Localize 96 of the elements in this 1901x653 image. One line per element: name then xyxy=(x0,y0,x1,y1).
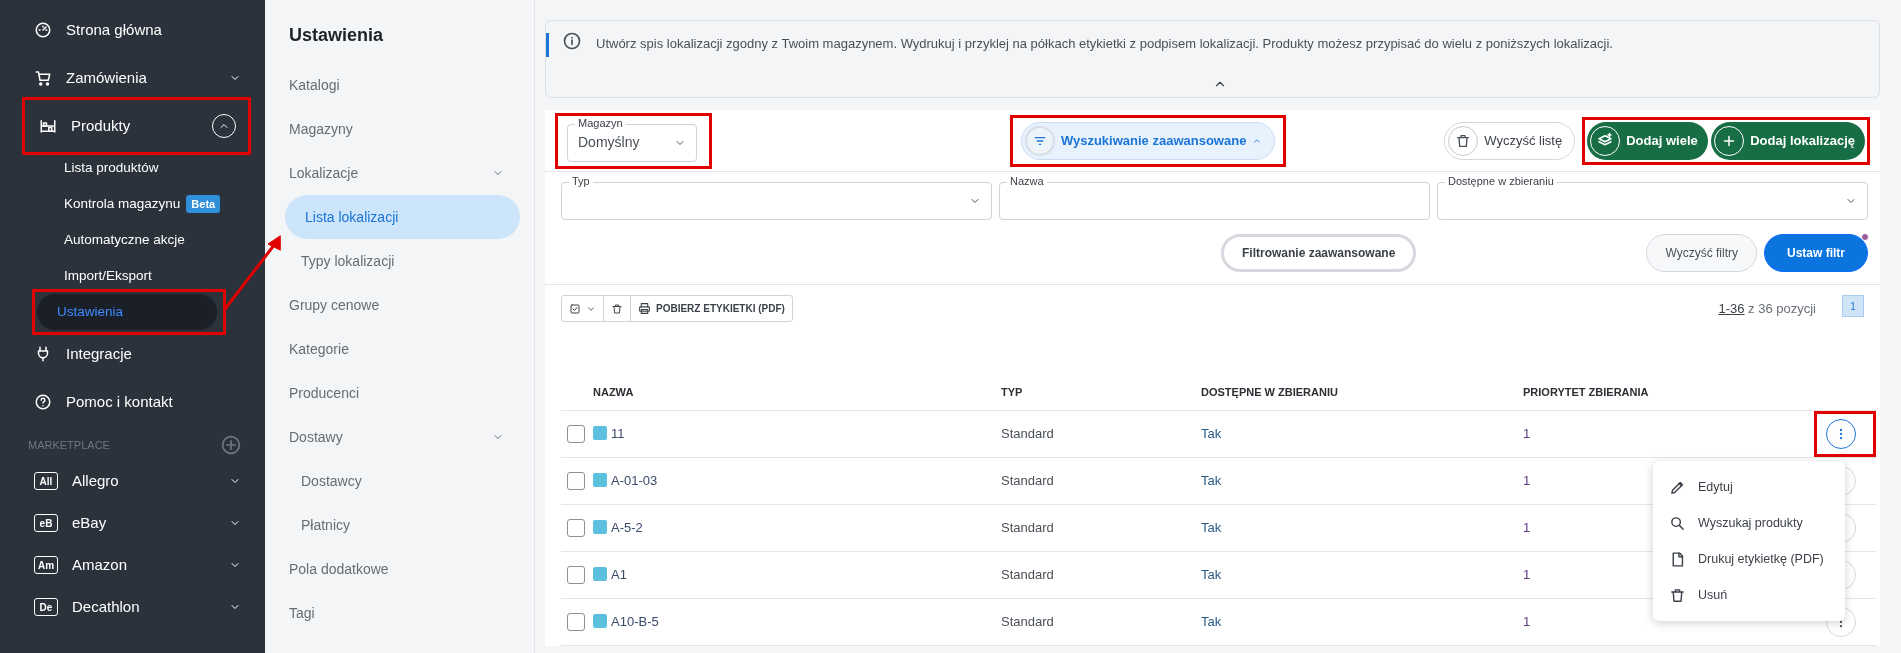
add-button[interactable]: Dodaj wiele xyxy=(1587,121,1708,160)
trash-icon xyxy=(1455,132,1472,149)
info-icon xyxy=(562,31,582,51)
sidebar-subitem[interactable]: Lista produktów xyxy=(22,150,251,186)
table-cell: 11 xyxy=(611,425,625,441)
column-header: DOSTĘPNE W ZBIERANIU xyxy=(1201,385,1338,398)
checkbox-icon xyxy=(569,302,581,315)
sidebar-item[interactable]: Pomoc i kontakt xyxy=(22,378,251,426)
table-cell: A-5-2 xyxy=(611,519,643,535)
sidebar-item[interactable]: Produkty xyxy=(27,102,246,150)
sidebar-subitem[interactable]: Automatyczne akcje xyxy=(22,222,251,258)
settings-item[interactable]: Magazyny xyxy=(289,107,520,151)
search-icon xyxy=(1669,514,1686,532)
column-header: NAZWA xyxy=(593,385,634,398)
table-cell: Standard xyxy=(1001,566,1054,582)
menu-item[interactable]: Drukuj etykietkę (PDF) xyxy=(1653,541,1845,577)
table-cell: 1 xyxy=(1523,566,1531,582)
table-cell: Tak xyxy=(1201,425,1222,441)
trash-icon xyxy=(611,302,623,315)
table-cell: 1 xyxy=(1523,613,1531,629)
settings-item[interactable]: Kategorie xyxy=(289,327,520,371)
table-cell: 1 xyxy=(1523,519,1531,535)
total-text: z 36 pozycji xyxy=(1747,301,1816,316)
table-cell: Standard xyxy=(1001,425,1054,441)
location-color-icon xyxy=(593,472,607,487)
question-icon xyxy=(34,393,52,411)
table-cell: Tak xyxy=(1201,613,1222,629)
row-actions-button[interactable] xyxy=(1826,418,1856,449)
apply-filter-button[interactable]: Ustaw filtr xyxy=(1764,234,1868,272)
row-checkbox[interactable] xyxy=(567,565,585,584)
column-header: PRIORYTET ZBIERANIA xyxy=(1523,385,1649,398)
range-link[interactable]: 1-36 xyxy=(1718,301,1745,316)
sidebar-subitem[interactable]: Kontrola magazynu Beta xyxy=(22,186,251,222)
menu-item[interactable]: Usuń xyxy=(1653,577,1845,613)
marketplace-logo: Am xyxy=(34,556,58,574)
panel-title: Ustawienia xyxy=(289,24,385,47)
marketplace-item[interactable]: Am Amazon xyxy=(22,544,251,586)
settings-item[interactable]: Producenci xyxy=(289,371,520,415)
table-cell: 1 xyxy=(1523,472,1531,488)
menu-item[interactable]: Edytuj xyxy=(1653,469,1845,505)
table-cell: Tak xyxy=(1201,566,1222,582)
table-cell: A10-B-5 xyxy=(611,613,659,629)
sidebar-subitem[interactable]: Import/Eksport xyxy=(22,258,251,294)
settings-item[interactable]: Katalogi xyxy=(289,63,520,107)
marketplace-item[interactable]: All Allegro xyxy=(22,460,251,502)
clear-filters-button[interactable]: Wyczyść filtry xyxy=(1646,234,1757,272)
settings-item[interactable]: Tagi xyxy=(289,591,520,635)
clear-list-button[interactable]: Wyczyść listę xyxy=(1444,121,1576,160)
marketplace-item[interactable]: eB eBay xyxy=(22,502,251,544)
table-cell: Standard xyxy=(1001,472,1054,488)
row-checkbox[interactable] xyxy=(567,612,585,631)
settings-subitem[interactable]: Płatnicy xyxy=(289,503,520,547)
gauge-icon xyxy=(34,21,52,39)
info-text: Utwórz spis lokalizacji zgodny z Twoim magazynem. Wydrukuj i przyklej na półkach etykietki z podpisem lokalizacji. Produkty możesz przypisać do wielu z poniższych lokalizacji. xyxy=(596,36,1613,51)
beta-badge: Beta xyxy=(186,194,221,214)
table-cell: A1 xyxy=(611,566,627,582)
shelf-icon xyxy=(39,117,57,135)
sidebar-item[interactable]: Strona główna xyxy=(22,6,251,54)
advanced-search-button[interactable]: Wyszukiwanie zaawansowane xyxy=(1020,121,1276,160)
trash-icon xyxy=(1669,586,1686,604)
settings-item[interactable]: Lokalizacje xyxy=(289,151,520,195)
marketplace-logo: eB xyxy=(34,514,58,532)
location-color-icon xyxy=(593,613,607,628)
sidebar-subitem[interactable]: Ustawienia xyxy=(37,294,217,330)
add-button[interactable]: Dodaj lokalizację xyxy=(1711,121,1865,160)
marketplace-logo: De xyxy=(34,598,58,616)
section-heading: MARKETPLACE xyxy=(28,437,110,453)
column-header: TYP xyxy=(1001,385,1023,398)
table-cell: Tak xyxy=(1201,519,1222,535)
settings-subitem[interactable]: Lista lokalizacji xyxy=(285,195,520,239)
location-color-icon xyxy=(593,566,607,581)
marketplace-logo: All xyxy=(34,472,58,490)
settings-item[interactable]: Grupy cenowe xyxy=(289,283,520,327)
settings-subitem[interactable]: Dostawcy xyxy=(289,459,520,503)
sidebar-item[interactable]: Zamówienia xyxy=(22,54,251,102)
location-color-icon xyxy=(593,425,607,440)
row-checkbox[interactable] xyxy=(567,518,585,537)
table-cell: Tak xyxy=(1201,472,1222,488)
settings-item[interactable]: Pola dodatkowe xyxy=(289,547,520,591)
table-cell: Standard xyxy=(1001,613,1054,629)
marketplace-item[interactable]: De Decathlon xyxy=(22,586,251,628)
row-checkbox[interactable] xyxy=(567,471,585,490)
page-button[interactable]: 1 xyxy=(1842,295,1864,317)
advanced-filter-button[interactable]: Filtrowanie zaawansowane xyxy=(1221,234,1417,272)
printer-icon xyxy=(638,302,651,315)
sidebar-item[interactable]: Integracje xyxy=(22,330,251,378)
menu-item[interactable]: Wyszukaj produkty xyxy=(1653,505,1845,541)
add-icon xyxy=(221,435,241,455)
settings-item[interactable]: Dostawy xyxy=(289,415,520,459)
settings-subitem[interactable]: Typy lokalizacji xyxy=(289,239,520,283)
row-checkbox[interactable] xyxy=(567,424,585,443)
table-cell: 1 xyxy=(1523,425,1531,441)
table-cell: A-01-03 xyxy=(611,472,658,488)
cart-icon xyxy=(34,69,52,87)
table-cell: Standard xyxy=(1001,519,1054,535)
location-color-icon xyxy=(593,519,607,534)
